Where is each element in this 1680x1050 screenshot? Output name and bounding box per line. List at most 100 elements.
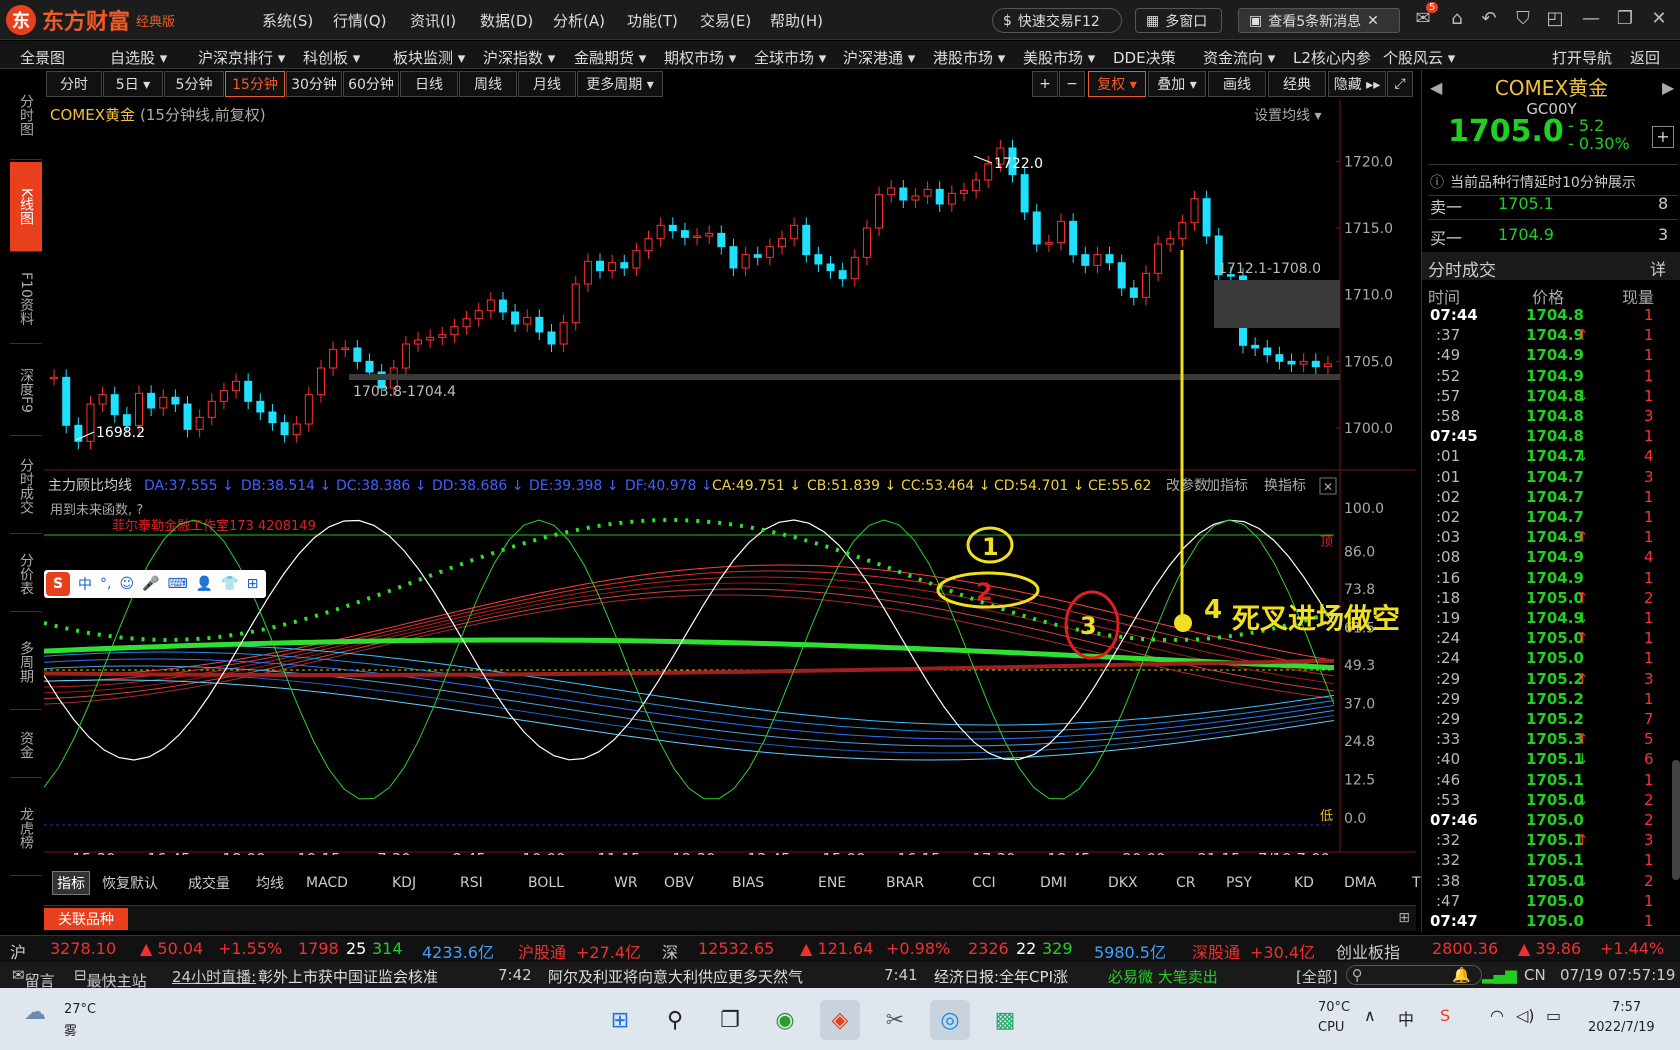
nav-item[interactable]: 美股市场 ▾ <box>1023 47 1095 68</box>
nav-item[interactable]: 沪深指数 ▾ <box>483 47 555 68</box>
tab-multi-period[interactable]: 多周期 <box>10 614 42 710</box>
news-item-2[interactable]: 阿尔及利亚将向意大利供应更多天然气 <box>548 966 803 987</box>
nav-item[interactable]: 金融期货 ▾ <box>574 47 646 68</box>
tab-ticks[interactable]: 分时成交 <box>10 438 42 534</box>
indicator-tab[interactable]: 恢复默认 <box>102 871 158 895</box>
period-tab[interactable]: 30分钟 <box>286 71 342 97</box>
hide-button[interactable]: 隐藏 ▸▸ <box>1328 71 1386 97</box>
indicator-tab[interactable]: DMA <box>1344 871 1376 895</box>
news-item-3[interactable]: 经济日报:全年CPI涨 <box>934 966 1068 987</box>
nav-item[interactable]: 期权市场 ▾ <box>664 47 736 68</box>
live-link[interactable]: 24小时直播: <box>172 966 256 987</box>
news-all-link[interactable]: [全部] <box>1296 966 1338 987</box>
cyb-label[interactable]: 创业板指 <box>1336 939 1400 963</box>
home-icon[interactable]: ⌂ <box>1444 8 1470 32</box>
ime-chinese-icon[interactable]: 中 <box>78 574 92 594</box>
menu-quote[interactable]: 行情(Q) <box>333 10 387 31</box>
menu-news[interactable]: 资讯(I) <box>410 10 456 31</box>
indicator-tab[interactable]: BOLL <box>528 871 564 895</box>
indicator-tab[interactable]: 均线 <box>256 871 284 895</box>
menu-function[interactable]: 功能(T) <box>627 10 678 31</box>
indicator-tab[interactable]: MACD <box>306 871 348 895</box>
indicator-tab[interactable]: KDJ <box>392 871 416 895</box>
ime-voice-icon[interactable]: 🎤 <box>142 576 159 592</box>
tab-fund[interactable]: 资金 <box>10 712 42 778</box>
period-tab-active[interactable]: 15分钟 <box>225 71 285 97</box>
start-icon[interactable]: ⊞ <box>600 1000 640 1040</box>
wifi-icon[interactable]: ◠ <box>1490 1006 1504 1025</box>
ime-skin-icon[interactable]: 👕 <box>221 576 238 592</box>
app-icon-1[interactable]: ◉ <box>765 1000 805 1040</box>
sh-label[interactable]: 沪 <box>10 939 26 963</box>
switch-indicator-link[interactable]: 换指标 <box>1264 477 1306 494</box>
window-close-icon[interactable]: ✕ <box>1646 8 1672 32</box>
nav-item[interactable]: 自选股 ▾ <box>110 47 167 68</box>
classic-button[interactable]: 经典 <box>1268 71 1326 97</box>
eastmoney-task-icon[interactable]: ◈ <box>820 1000 860 1040</box>
period-tab[interactable]: 分时 <box>46 71 102 97</box>
menu-help[interactable]: 帮助(H) <box>770 10 823 31</box>
close-icon[interactable]: ✕ <box>1367 13 1379 29</box>
menu-system[interactable]: 系统(S) <box>262 10 313 31</box>
ime-emoji-icon[interactable]: ☺ <box>119 576 134 592</box>
nav-item[interactable]: 港股市场 ▾ <box>933 47 1005 68</box>
indicator-tab[interactable]: DKX <box>1108 871 1138 895</box>
battery-icon[interactable]: ▭ <box>1546 1006 1561 1025</box>
multi-window-button[interactable]: ▦ 多窗口 <box>1135 8 1222 33</box>
period-tab[interactable]: 5日 ▾ <box>103 71 163 97</box>
ime-punct-icon[interactable]: °, <box>100 576 111 592</box>
tab-timeshare[interactable]: 分时图 <box>10 70 42 160</box>
add-indicator-link[interactable]: 加指标 <box>1206 478 1248 494</box>
tray-chevron-icon[interactable]: ∧ <box>1364 1006 1376 1025</box>
shirt-icon[interactable]: ⛉ <box>1510 8 1536 32</box>
scroll-right-icon[interactable]: » <box>1396 850 1405 855</box>
ma-setting-dropdown[interactable]: 设置均线 ▾ <box>1254 108 1321 124</box>
indicator-tab[interactable]: WR <box>614 871 638 895</box>
zoom-in-button[interactable]: + <box>1032 71 1058 97</box>
restore-icon[interactable]: ❐ <box>1612 8 1638 32</box>
ime-keyboard-icon[interactable]: ⌨ <box>168 576 188 592</box>
sz-label[interactable]: 深 <box>662 939 678 963</box>
adjust-dropdown[interactable]: 复权 ▾ <box>1088 71 1146 97</box>
open-nav-link[interactable]: 打开导航 <box>1552 47 1612 68</box>
draw-line-button[interactable]: 画线 <box>1208 71 1266 97</box>
expand-icon[interactable]: ⊞ <box>1398 910 1410 926</box>
indicator-tab[interactable]: CR <box>1176 871 1196 895</box>
screen-icon[interactable]: ◰ <box>1542 8 1568 32</box>
weather-icon[interactable]: ☁ <box>24 1000 46 1025</box>
kline-chart[interactable]: COMEX黄金 (15分钟线,前复权) 设置均线 ▾ 1720.0 1715.0 1… <box>44 100 1416 855</box>
fullscreen-icon[interactable]: ⤢ <box>1387 71 1413 97</box>
menu-trade[interactable]: 交易(E) <box>700 10 751 31</box>
period-tab[interactable]: 5分钟 <box>164 71 224 97</box>
tick-scrollbar[interactable] <box>1672 760 1680 880</box>
ime-tools-icon[interactable]: ⊞ <box>247 576 259 592</box>
bell-icon[interactable]: 🔔 <box>1452 966 1471 984</box>
ticks-detail-button[interactable]: 详 <box>1650 256 1666 280</box>
quick-trade-button[interactable]: $ 快速交易F12 <box>992 8 1122 33</box>
menu-data[interactable]: 数据(D) <box>480 10 533 31</box>
nav-item[interactable]: DDE决策 <box>1113 47 1176 68</box>
task-view-icon[interactable]: ❐ <box>710 1000 750 1040</box>
nav-item[interactable]: 科创板 ▾ <box>303 47 360 68</box>
tab-price-table[interactable]: 分价表 <box>10 536 42 612</box>
news-ad[interactable]: 必易微 大笔卖出 <box>1108 966 1218 987</box>
tab-f10[interactable]: F10资料 <box>10 254 42 344</box>
nav-item[interactable]: 沪深京排行 ▾ <box>198 47 285 68</box>
back-link[interactable]: 返回 <box>1630 47 1660 68</box>
indicator-tab[interactable]: BRAR <box>886 871 924 895</box>
app-icon-2[interactable]: ▩ <box>985 1000 1025 1040</box>
edge-icon[interactable]: ◎ <box>930 1000 970 1040</box>
tab-depth[interactable]: 深度F9 <box>10 346 42 436</box>
ime-tray-icon[interactable]: 中 <box>1398 1006 1414 1030</box>
menu-analysis[interactable]: 分析(A) <box>553 10 605 31</box>
nav-item[interactable]: 个股风云 ▾ <box>1383 47 1455 68</box>
snip-icon[interactable]: ✂ <box>875 1000 915 1040</box>
tick-list[interactable]: 07:44 1704.8 1:37 1704.9 ↑ 1:49 1704.9 1:52 1704… <box>1422 306 1680 932</box>
news-alert-button[interactable]: ▣ 查看5条新消息 ✕ <box>1238 8 1400 33</box>
edit-params-link[interactable]: 改参数 <box>1166 477 1208 494</box>
hgt-label[interactable]: 沪股通 <box>518 939 566 963</box>
indicator-tab[interactable]: BIAS <box>732 871 764 895</box>
more-periods-dropdown[interactable]: 更多周期 ▾ <box>577 71 663 97</box>
overlay-dropdown[interactable]: 叠加 ▾ <box>1148 71 1206 97</box>
period-tab[interactable]: 60分钟 <box>343 71 399 97</box>
